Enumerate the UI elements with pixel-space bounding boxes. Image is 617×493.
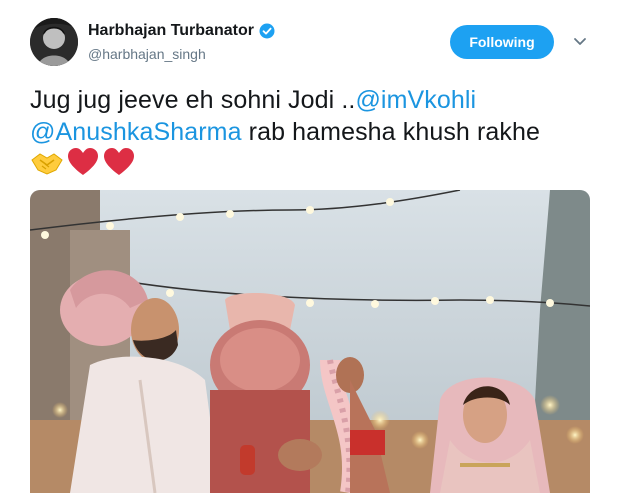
tweet-card: Harbhajan Turbanator @harbhajan_singh Fo… <box>0 0 617 493</box>
chevron-down-icon[interactable] <box>572 35 588 49</box>
emoji-row <box>30 146 136 183</box>
tweet-photo[interactable] <box>30 190 590 493</box>
user-handle[interactable]: @harbhajan_singh <box>88 46 206 62</box>
verified-badge-icon <box>259 23 275 39</box>
mention-link-imvkohli[interactable]: @imVkohli <box>355 86 476 114</box>
tweet-text-part1: Jug jug jeeve eh sohni Jodi .. <box>30 86 356 114</box>
tweet-text: Jug jug jeeve eh sohni Jodi ..@imVkohli … <box>30 84 600 148</box>
tweet-text-part2: rab hamesha khush rakhe <box>241 118 541 146</box>
avatar[interactable] <box>30 18 78 66</box>
mention-link-anushkasharma[interactable]: @AnushkaSharma <box>30 118 242 146</box>
handshake-emoji-icon <box>30 146 64 183</box>
display-name[interactable]: Harbhajan Turbanator <box>88 22 254 40</box>
following-button[interactable]: Following <box>450 25 554 59</box>
red-heart-emoji-icon <box>66 146 100 183</box>
red-heart-emoji-icon <box>102 146 136 183</box>
name-line: Harbhajan Turbanator <box>88 22 275 40</box>
